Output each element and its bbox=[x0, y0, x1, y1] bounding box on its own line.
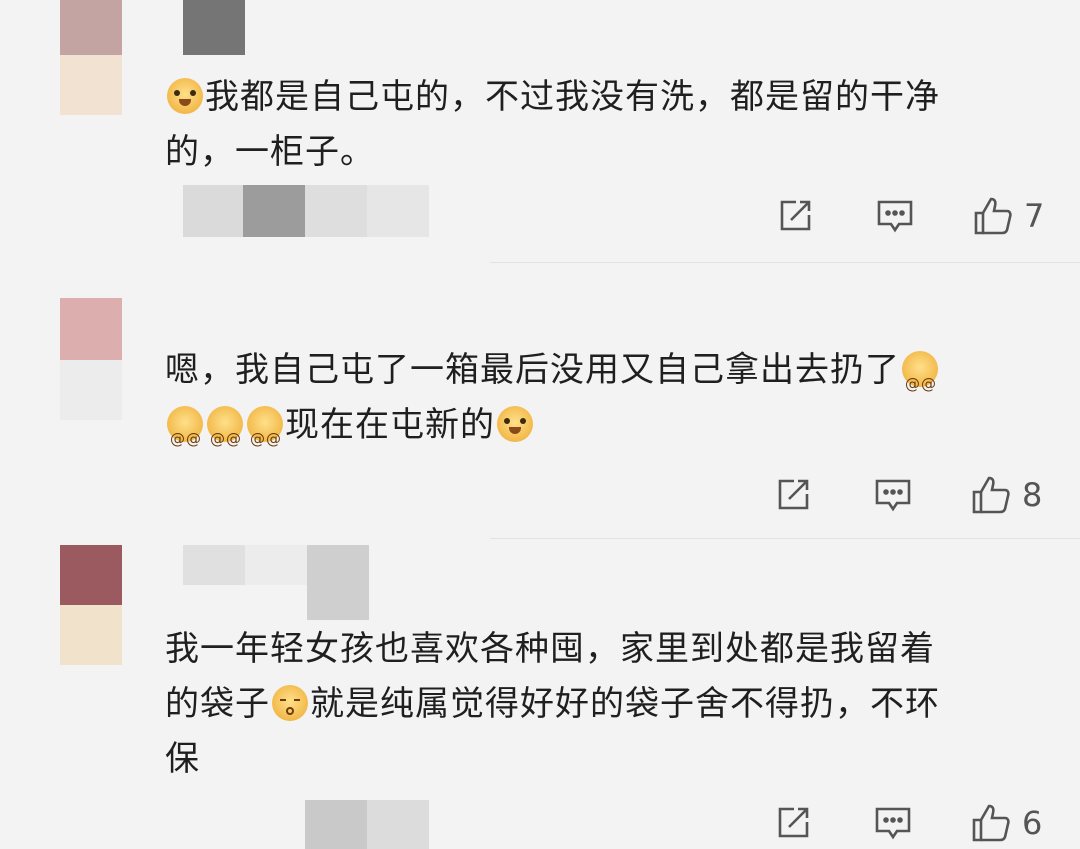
thumbs-up-icon bbox=[972, 476, 1010, 514]
comment-actions: 7 bbox=[770, 193, 1060, 239]
dizzy-emoji-icon bbox=[167, 406, 203, 467]
share-icon bbox=[780, 200, 811, 231]
comment-text: 我一年轻女孩也喜欢各种囤，家里到处都是我留着 的袋子 就是纯属觉得好好的袋子舍不得… bbox=[165, 629, 940, 779]
comment-actions: 6 bbox=[770, 800, 1060, 846]
username-mosaic[interactable] bbox=[183, 0, 245, 55]
comment-icon bbox=[875, 479, 911, 512]
reply-button[interactable] bbox=[873, 800, 913, 846]
share-icon bbox=[778, 479, 809, 510]
like-count: 7 bbox=[1024, 197, 1045, 235]
meta-mosaic bbox=[183, 185, 429, 237]
dizzy-emoji-icon bbox=[207, 406, 243, 467]
dizzy-emoji-icon bbox=[902, 351, 938, 412]
avatar[interactable] bbox=[60, 0, 122, 115]
dizzy-emoji-icon bbox=[247, 406, 283, 467]
faint-emoji-icon bbox=[272, 685, 308, 721]
thumbs-up-icon bbox=[972, 804, 1010, 842]
reply-button[interactable] bbox=[873, 472, 913, 518]
share-button[interactable] bbox=[774, 800, 812, 846]
share-icon bbox=[778, 807, 809, 838]
comment-icon bbox=[877, 200, 913, 233]
comment-text: 我都是自己屯的，不过我没有洗，都是留的干净 的，一柜子。 bbox=[165, 77, 940, 172]
doge-emoji-icon bbox=[167, 78, 203, 114]
share-button[interactable] bbox=[774, 472, 812, 518]
doge-emoji-icon bbox=[497, 406, 533, 442]
like-button[interactable]: 8 bbox=[970, 472, 1042, 518]
comment-icon bbox=[875, 807, 911, 840]
like-button[interactable]: 6 bbox=[970, 800, 1042, 846]
thumbs-up-icon bbox=[974, 197, 1012, 235]
meta-mosaic bbox=[305, 800, 429, 849]
username-mosaic[interactable] bbox=[183, 545, 369, 620]
like-count: 8 bbox=[1022, 476, 1043, 514]
reply-button[interactable] bbox=[875, 193, 915, 239]
like-count: 6 bbox=[1022, 804, 1043, 842]
avatar[interactable] bbox=[60, 298, 122, 420]
divider bbox=[490, 538, 1080, 539]
like-button[interactable]: 7 bbox=[972, 193, 1044, 239]
divider bbox=[490, 262, 1080, 263]
share-button[interactable] bbox=[776, 193, 814, 239]
comment-text: 嗯，我自己屯了一箱最后没用又自己拿出去扔了 现在在屯新的 bbox=[165, 343, 1045, 467]
avatar[interactable] bbox=[60, 545, 122, 665]
comment-actions: 8 bbox=[770, 472, 1060, 518]
